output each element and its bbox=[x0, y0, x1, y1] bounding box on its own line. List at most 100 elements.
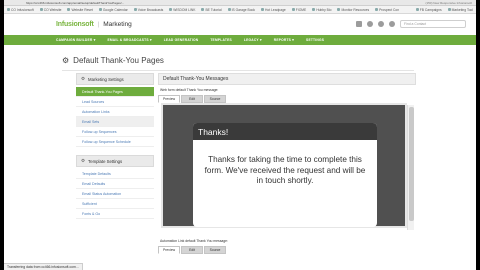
settings-sidebar: ⚙ Marketing Settings Default Thank-You P… bbox=[76, 73, 154, 219]
bookmark-label: BE Tutorial bbox=[205, 7, 222, 12]
bookmark-icon bbox=[227, 8, 231, 11]
tab-title-right[interactable]: (150) New Responsive Infusionsoft bbox=[425, 1, 472, 5]
bookmark-label: Voice Broadcasts bbox=[137, 7, 164, 12]
sidebar-item-fonts[interactable]: Fonts & Go bbox=[76, 209, 154, 219]
sidebar-section-marketing: ⚙ Marketing Settings bbox=[76, 73, 154, 85]
bookmark-label: WISDOM LINK bbox=[173, 7, 196, 12]
bookmark[interactable]: Hot Leadpage bbox=[261, 8, 286, 12]
sidebar-item-email-sets[interactable]: Email Sets bbox=[76, 117, 154, 127]
bookmark[interactable]: Voice Broadcasts bbox=[133, 7, 164, 12]
sidebar-item-email-defaults[interactable]: Email Defaults bbox=[76, 179, 154, 189]
tab-edit[interactable]: Edit bbox=[181, 95, 203, 103]
nav-campaign-builder[interactable]: CAMPAIGN BUILDER ▾ bbox=[56, 38, 95, 42]
browser-status-bar: Transferring data from cc466.infusionsof… bbox=[4, 263, 83, 270]
automation-link-message-label: Automation Link default Thank You messag… bbox=[160, 239, 228, 243]
bookmark[interactable]: Marketing Tool bbox=[447, 8, 473, 12]
app-header: Infusionsoft | Marketing Find a Contact bbox=[4, 14, 476, 35]
bookmark-icon bbox=[67, 8, 71, 11]
thank-you-preview: Thanks! Thanks for taking the time to co… bbox=[161, 103, 414, 230]
bookmark[interactable]: Google Calendar bbox=[98, 7, 128, 12]
gear-icon: ⚙ bbox=[81, 76, 86, 81]
sidebar-item-lead-sources[interactable]: Lead Sources bbox=[76, 97, 154, 107]
user-avatar-icon[interactable] bbox=[389, 21, 395, 27]
gear-icon: ⚙ bbox=[62, 55, 70, 65]
web-form-message-label: Web form default Thank You message: bbox=[160, 88, 219, 92]
modal-title: Thanks! bbox=[193, 123, 377, 140]
bookmark[interactable]: FB Campaigns bbox=[415, 7, 442, 12]
header-separator: | bbox=[97, 21, 100, 28]
main-content: Default Thank-You Messages Web form defa… bbox=[158, 73, 416, 254]
bookmark-icon bbox=[201, 8, 205, 11]
sidebar-item-sufficient[interactable]: Sufficient bbox=[76, 199, 154, 209]
bookmark-icon bbox=[133, 8, 137, 11]
bookmark-icon bbox=[447, 8, 451, 11]
browser-window: https://ccc466.infusionsoft.com/app/emai… bbox=[4, 0, 476, 270]
bookmark-label: Prospect Con bbox=[379, 7, 400, 12]
tab-source[interactable]: Source bbox=[204, 95, 226, 103]
scrollbar-thumb[interactable] bbox=[409, 107, 414, 221]
bookmark-label: Monitor Resources bbox=[341, 7, 370, 12]
bookmark-label: CO Infusionsoft bbox=[11, 7, 34, 12]
nav-templates[interactable]: TEMPLATES bbox=[210, 38, 232, 42]
bookmark-label: IS Garage Book bbox=[231, 7, 256, 12]
header-tools: Find a Contact bbox=[356, 20, 466, 28]
sidebar-item-default-thank-you-pages[interactable]: Default Thank-You Pages bbox=[76, 87, 154, 97]
tab-preview[interactable]: Preview bbox=[158, 95, 180, 103]
bookmark[interactable]: Hubby Bio bbox=[312, 8, 331, 12]
contact-search-input[interactable]: Find a Contact bbox=[400, 20, 466, 28]
sidebar-section-label: Template Settings bbox=[88, 158, 123, 164]
editor-tabs-2: Preview Edit Source bbox=[158, 246, 416, 254]
help-icon[interactable] bbox=[378, 21, 384, 27]
gear-icon: ⚙ bbox=[81, 158, 86, 163]
sidebar-item-follow-up-sequences[interactable]: Follow-up Sequences bbox=[76, 127, 154, 137]
sidebar-item-follow-up-sequence-schedule[interactable]: Follow-up Sequence Schedule bbox=[76, 137, 154, 147]
page-title: Default Thank-You Pages bbox=[73, 56, 164, 65]
bookmark-label: Hot Leadpage bbox=[265, 7, 286, 12]
section-heading: Default Thank-You Messages bbox=[158, 73, 416, 85]
notification-icon[interactable] bbox=[367, 21, 373, 27]
bookmark-label: CO Website bbox=[43, 7, 62, 12]
address-url[interactable]: https://ccc466.infusionsoft.com/app/emai… bbox=[26, 1, 124, 5]
bookmark[interactable]: Prospect Con bbox=[375, 8, 399, 12]
bookmark-label: Website Reset bbox=[71, 7, 93, 12]
bookmark-icon bbox=[39, 8, 43, 11]
bookmark-icon bbox=[375, 8, 379, 11]
nav-lead-generation[interactable]: LEAD GENERATION bbox=[164, 38, 199, 42]
app-section-title: Marketing bbox=[103, 21, 132, 28]
bookmark[interactable]: Monitor Resources bbox=[337, 8, 369, 12]
nav-settings[interactable]: SETTINGS bbox=[306, 38, 324, 42]
sidebar-section-label: Marketing Settings bbox=[88, 76, 124, 82]
thank-you-modal: Thanks! Thanks for taking the time to co… bbox=[193, 123, 377, 227]
tab-preview[interactable]: Preview bbox=[158, 246, 180, 254]
bookmark-label: FB Campaigns bbox=[419, 7, 442, 12]
bookmark-icon bbox=[291, 8, 295, 11]
bookmark-label: Google Calendar bbox=[102, 7, 128, 12]
bookmark[interactable]: WISDOM LINK bbox=[169, 8, 195, 12]
infusionsoft-logo[interactable]: Infusionsoft bbox=[56, 21, 94, 28]
sidebar-section-template: ⚙ Template Settings bbox=[76, 155, 154, 167]
sidebar-item-template-defaults[interactable]: Template Defaults bbox=[76, 169, 154, 179]
bookmark-label: FIOME bbox=[295, 7, 307, 12]
bookmark[interactable]: FIOME bbox=[291, 7, 307, 12]
sidebar-item-automation-links[interactable]: Automation Links bbox=[76, 107, 154, 117]
nav-legacy[interactable]: LEGACY ▾ bbox=[244, 38, 262, 42]
bookmark-icon bbox=[7, 8, 10, 11]
tab-edit[interactable]: Edit bbox=[181, 246, 203, 254]
nav-email-broadcasts[interactable]: EMAIL & BROADCASTS ▾ bbox=[107, 38, 151, 42]
bookmark[interactable]: CO Infusionsoft bbox=[7, 8, 34, 12]
calendar-icon[interactable] bbox=[356, 21, 362, 27]
preview-scrollbar[interactable] bbox=[407, 105, 414, 230]
editor-tabs: Preview Edit Source bbox=[158, 95, 416, 103]
sidebar-item-email-status-automation[interactable]: Email Status Automation bbox=[76, 189, 154, 199]
bookmark[interactable]: BE Tutorial bbox=[201, 7, 222, 12]
bookmark-icon bbox=[415, 8, 419, 11]
tab-source[interactable]: Source bbox=[204, 246, 226, 254]
bookmark-icon bbox=[98, 8, 102, 11]
bookmark[interactable]: CO Website bbox=[39, 7, 62, 12]
title-divider bbox=[62, 70, 414, 71]
bookmark-label: Hubby Bio bbox=[316, 7, 332, 12]
bookmark[interactable]: Website Reset bbox=[67, 7, 93, 12]
bookmarks-bar: CO Infusionsoft CO Website Website Reset… bbox=[4, 6, 476, 14]
nav-reports[interactable]: REPORTS ▾ bbox=[274, 38, 294, 42]
bookmark[interactable]: IS Garage Book bbox=[227, 7, 256, 12]
